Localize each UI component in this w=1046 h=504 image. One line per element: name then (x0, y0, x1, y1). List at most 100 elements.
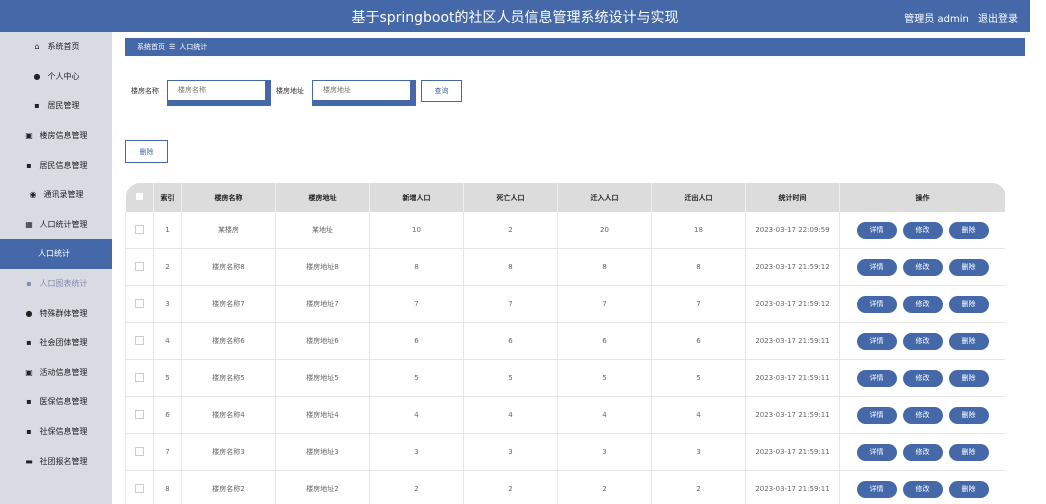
cell-death: 2 (463, 212, 558, 249)
cell-new: 8 (369, 248, 464, 286)
sidebar-item-label: 特殊群体管理 (39, 308, 88, 318)
sidebar-item-6[interactable]: ▦ 人口统计管理 (0, 210, 112, 240)
cell-index: 3 (153, 285, 182, 323)
sidebar-item-label: 居民信息管理 (39, 160, 88, 170)
detail-button[interactable]: 详情 (856, 443, 897, 461)
user-area: 管理员 admin 退出登录 (898, 10, 1018, 25)
row-checkbox[interactable] (125, 212, 154, 249)
cell-time: 2023-03-17 21:59:12 (745, 248, 840, 286)
col-header-actions: 操作 (839, 183, 1005, 212)
row-checkbox[interactable] (125, 396, 154, 434)
cell-index: 8 (153, 470, 182, 504)
sidebar-item-label: 医保信息管理 (39, 397, 88, 407)
edit-button[interactable]: 修改 (902, 258, 943, 276)
delete-button[interactable]: 删除 (948, 443, 989, 461)
row-checkbox[interactable] (125, 433, 154, 471)
delete-button[interactable]: 删除 (948, 369, 989, 387)
sidebar-item-label: 人口图表统计 (39, 279, 88, 289)
logout-link[interactable]: 退出登录 (978, 14, 1018, 25)
edit-button[interactable]: 修改 (902, 369, 943, 387)
card-icon: ▬ (25, 456, 33, 466)
sidebar-item-0[interactable]: ⌂ 系统首页 (0, 32, 112, 62)
detail-button[interactable]: 详情 (856, 480, 897, 498)
building-name-input[interactable] (168, 81, 265, 99)
sidebar-item-12[interactable]: ▪ 医保信息管理 (0, 387, 112, 417)
sidebar-item-4[interactable]: ▪ 居民信息管理 (0, 150, 112, 180)
building-address-input[interactable] (313, 81, 410, 99)
batch-delete-button[interactable]: 删除 (125, 140, 168, 163)
cell-in: 4 (557, 396, 652, 434)
delete-button[interactable]: 删除 (948, 221, 989, 239)
detail-button[interactable]: 详情 (856, 221, 897, 239)
sidebar-item-11[interactable]: ▣ 活动信息管理 (0, 358, 112, 388)
sidebar-item-7[interactable]: 人口统计 (0, 239, 112, 269)
table-icon: ▦ (25, 219, 33, 229)
col-header-new: 新增人口 (369, 183, 464, 212)
sidebar-item-14[interactable]: ▬ 社团报名管理 (0, 446, 112, 476)
delete-button[interactable]: 删除 (948, 480, 989, 498)
row-checkbox[interactable] (125, 248, 154, 286)
col-header-index: 索引 (153, 183, 182, 212)
location-icon: ◉ (29, 190, 37, 200)
detail-button[interactable]: 详情 (856, 406, 897, 424)
row-checkbox[interactable] (125, 322, 154, 360)
cell-out: 2 (651, 470, 746, 504)
sidebar-item-label: 楼房信息管理 (39, 131, 88, 141)
select-all-checkbox[interactable] (125, 183, 154, 212)
building-icon: ▣ (25, 131, 33, 141)
cell-death: 5 (463, 359, 558, 397)
row-checkbox[interactable] (125, 470, 154, 504)
cell-index: 7 (153, 433, 182, 471)
row-checkbox[interactable] (125, 285, 154, 323)
cell-name: 某楼房 (181, 212, 276, 249)
sidebar-item-label: 活动信息管理 (39, 367, 88, 377)
cell-new: 10 (369, 212, 464, 249)
cell-name: 楼房名称4 (181, 396, 276, 434)
sidebar-item-9[interactable]: ● 特殊群体管理 (0, 298, 112, 328)
breadcrumb-current: 人口统计 (179, 43, 208, 51)
detail-button[interactable]: 详情 (856, 369, 897, 387)
admin-label: 管理员 admin (904, 14, 969, 25)
app-title: 基于springboot的社区人员信息管理系统设计与实现 (351, 10, 679, 26)
cell-actions: 详情 修改 删除 (839, 285, 1005, 323)
sidebar-item-10[interactable]: ▪ 社会团体管理 (0, 328, 112, 358)
detail-button[interactable]: 详情 (856, 332, 897, 350)
edit-button[interactable]: 修改 (902, 406, 943, 424)
cell-death: 3 (463, 433, 558, 471)
edit-button[interactable]: 修改 (902, 221, 943, 239)
cell-time: 2023-03-17 21:59:11 (745, 359, 840, 397)
sidebar-item-3[interactable]: ▣ 楼房信息管理 (0, 121, 112, 151)
cell-time: 2023-03-17 21:59:11 (745, 433, 840, 471)
sidebar-item-1[interactable]: ● 个人中心 (0, 62, 112, 92)
sidebar-item-5[interactable]: ◉ 通讯录管理 (0, 180, 112, 210)
sidebar-item-13[interactable]: ▪ 社保信息管理 (0, 417, 112, 447)
cell-index: 2 (153, 248, 182, 286)
user-icon: ● (33, 71, 41, 81)
sidebar-item-label: 通讯录管理 (43, 190, 84, 200)
cell-address: 楼房地址8 (275, 248, 370, 286)
edit-button[interactable]: 修改 (902, 295, 943, 313)
detail-button[interactable]: 详情 (856, 295, 897, 313)
user-icon: ● (25, 308, 33, 318)
row-checkbox[interactable] (125, 359, 154, 397)
cell-in: 6 (557, 322, 652, 360)
cell-in: 20 (557, 212, 652, 249)
cell-actions: 详情 修改 删除 (839, 212, 1005, 249)
delete-button[interactable]: 删除 (948, 295, 989, 313)
query-button[interactable]: 查询 (421, 80, 462, 102)
delete-button[interactable]: 删除 (948, 406, 989, 424)
edit-button[interactable]: 修改 (902, 443, 943, 461)
delete-button[interactable]: 删除 (948, 258, 989, 276)
table-row: 2 楼房名称8 楼房地址8 8 8 8 8 2023-03-17 21:59:12 详情 修改 删除 (125, 248, 1005, 286)
cell-new: 3 (369, 433, 464, 471)
detail-button[interactable]: 详情 (856, 258, 897, 276)
edit-button[interactable]: 修改 (902, 332, 943, 350)
cell-in: 5 (557, 359, 652, 397)
population-table: 索引 楼房名称 楼房地址 新增人口 死亡人口 迁入人口 迁出人口 统计时间 操作… (125, 183, 1005, 504)
breadcrumb-home[interactable]: 系统首页 (137, 42, 165, 52)
edit-button[interactable]: 修改 (902, 480, 943, 498)
sidebar-item-8[interactable]: ▪ 人口图表统计 (0, 269, 112, 299)
sidebar-item-2[interactable]: ▪ 居民管理 (0, 91, 112, 121)
table-row: 5 楼房名称5 楼房地址5 5 5 5 5 2023-03-17 21:59:11 详情 修改 删除 (125, 359, 1005, 397)
delete-button[interactable]: 删除 (948, 332, 989, 350)
